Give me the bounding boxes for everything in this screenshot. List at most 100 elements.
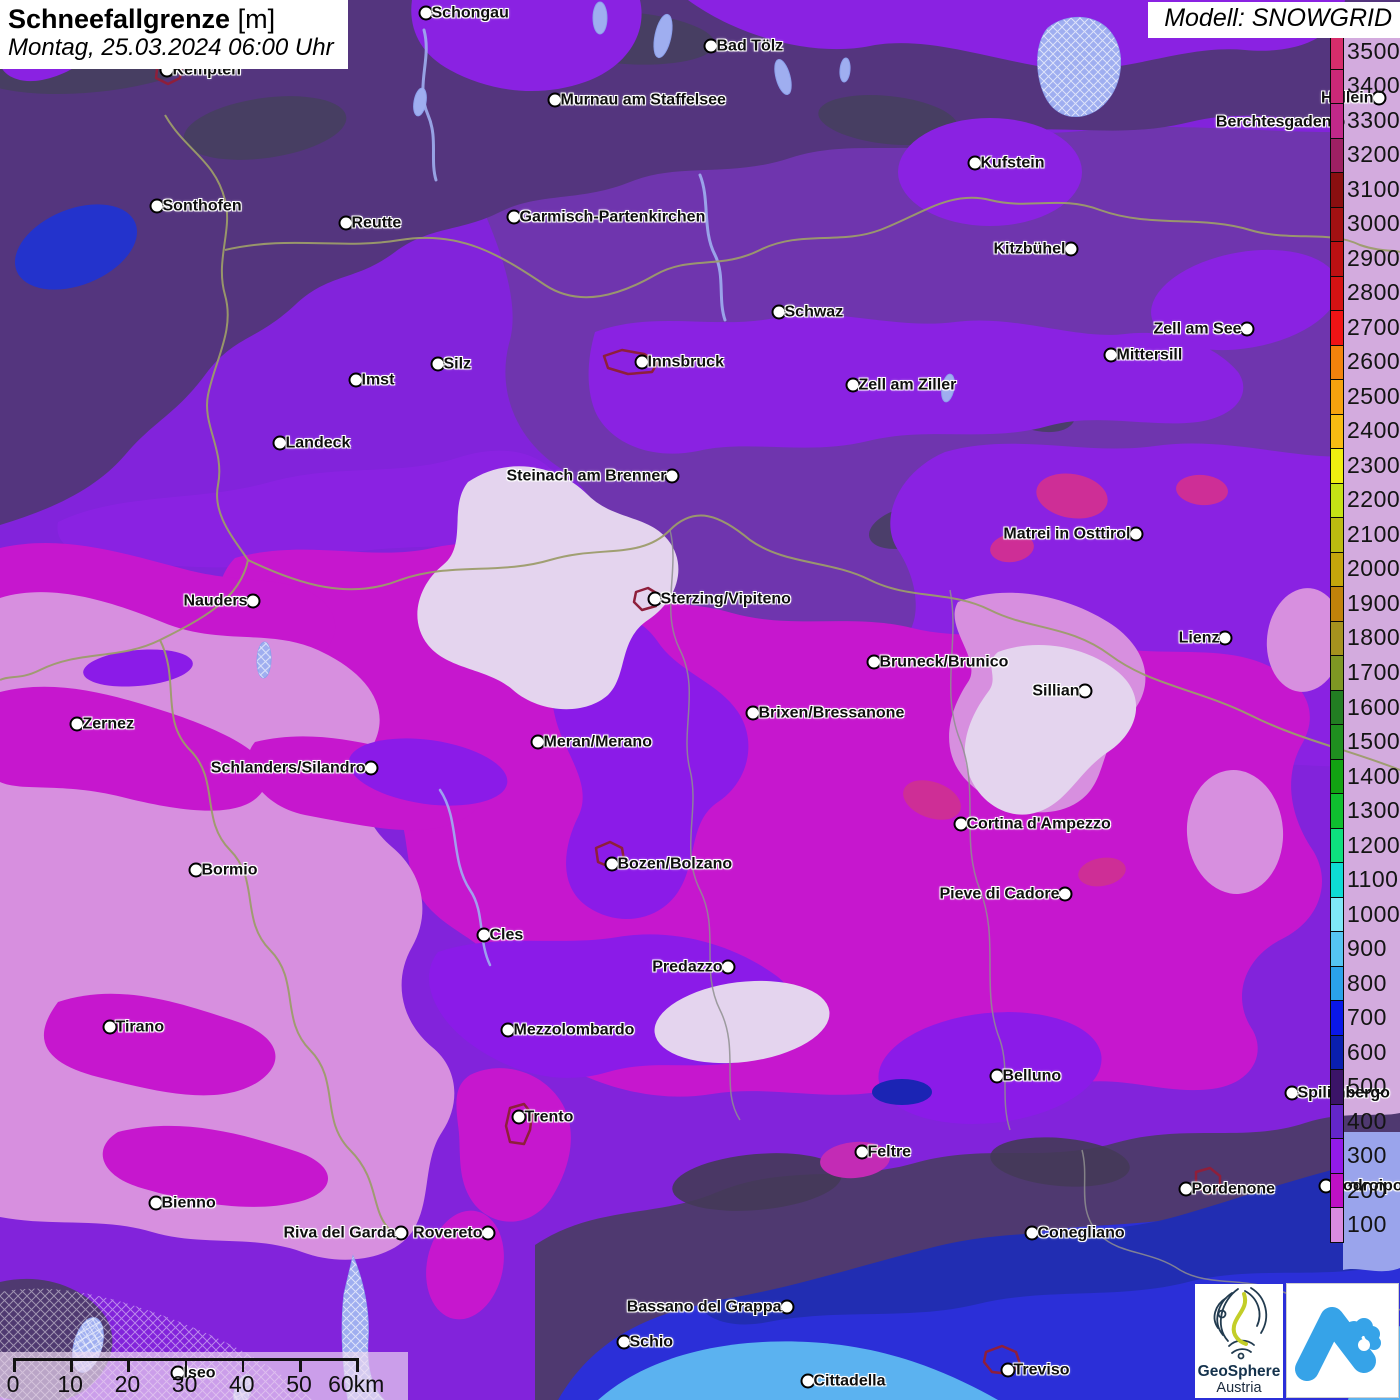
scale-tick xyxy=(185,1358,188,1372)
city-label: Imst xyxy=(362,371,395,389)
city-marker: Schio xyxy=(617,1335,632,1350)
city-label: Bassano del Grappa xyxy=(627,1298,782,1316)
legend-label: 1700 xyxy=(1347,655,1400,690)
scale-label: 40 xyxy=(229,1371,255,1398)
legend-swatch xyxy=(1330,621,1344,657)
city-marker: Rovereto xyxy=(481,1226,496,1241)
city-dot-icon xyxy=(1129,527,1144,542)
city-dot-icon xyxy=(1078,684,1093,699)
legend-label: 800 xyxy=(1347,966,1387,1001)
legend-label: 3400 xyxy=(1347,69,1400,104)
legend-label: 2100 xyxy=(1347,517,1400,552)
legend-swatch xyxy=(1330,1035,1344,1071)
city-marker: Reutte xyxy=(339,216,354,231)
legend-swatch xyxy=(1330,517,1344,553)
legend-label: 1400 xyxy=(1347,759,1400,794)
scale-tick xyxy=(127,1358,130,1372)
legend-label: 1500 xyxy=(1347,724,1400,759)
legend-swatch xyxy=(1330,1207,1344,1243)
city-marker: Pordenone xyxy=(1179,1182,1194,1197)
city-marker: Schwaz xyxy=(772,305,787,320)
legend-swatch xyxy=(1330,448,1344,484)
city-dot-icon xyxy=(246,594,261,609)
city-marker: Bassano del Grappa xyxy=(780,1300,795,1315)
legend-swatch xyxy=(1330,828,1344,864)
city-label: Rovereto xyxy=(413,1224,482,1242)
city-label: Pordenone xyxy=(1192,1180,1276,1198)
geosphere-logo-icon xyxy=(1195,1284,1283,1360)
legend-label: 3500 xyxy=(1347,34,1400,69)
city-marker: Cles xyxy=(477,928,492,943)
legend-swatch xyxy=(1330,172,1344,208)
legend-swatch xyxy=(1330,138,1344,174)
city-dot-icon xyxy=(1064,242,1079,257)
mountain-logo xyxy=(1286,1283,1399,1398)
city-label: Meran/Merano xyxy=(544,733,652,751)
city-label: Conegliano xyxy=(1038,1224,1125,1242)
scale-label: 10 xyxy=(57,1371,83,1398)
city-label: Schio xyxy=(630,1333,674,1351)
city-label: Matrei in Osttirol xyxy=(1003,525,1130,543)
scale-label: 0 xyxy=(7,1371,20,1398)
city-label: Zell am See xyxy=(1153,320,1241,338)
city-marker: Sonthofen xyxy=(150,199,165,214)
city-marker: Belluno xyxy=(990,1069,1005,1084)
city-label: Sonthofen xyxy=(163,197,242,215)
legend-label: 2700 xyxy=(1347,310,1400,345)
city-marker: Zell am See xyxy=(1240,322,1255,337)
legend-label: 2600 xyxy=(1347,345,1400,380)
city-label: Bruneck/Brunico xyxy=(880,653,1009,671)
city-dot-icon xyxy=(721,960,736,975)
city-marker: Innsbruck xyxy=(635,355,650,370)
legend-swatch xyxy=(1330,724,1344,760)
city-label: Schongau xyxy=(432,4,509,22)
city-marker: Bormio xyxy=(189,863,204,878)
legend-label: 1900 xyxy=(1347,586,1400,621)
legend-label: 1100 xyxy=(1347,862,1398,897)
city-label: Treviso xyxy=(1014,1361,1070,1379)
scale-label: 30 xyxy=(172,1371,198,1398)
legend-label: 100 xyxy=(1347,1207,1387,1242)
city-label: Landeck xyxy=(286,434,351,452)
legend-swatch xyxy=(1330,103,1344,139)
city-dot-icon xyxy=(394,1226,409,1241)
legend-label: 2200 xyxy=(1347,483,1400,518)
city-label: Schwaz xyxy=(785,303,844,321)
city-label: Brixen/Bressanone xyxy=(759,704,905,722)
legend-swatch xyxy=(1330,379,1344,415)
city-marker: Garmisch-Partenkirchen xyxy=(507,210,522,225)
city-marker: Spilimbergo xyxy=(1285,1086,1300,1101)
legend-swatch xyxy=(1330,759,1344,795)
city-marker: Feltre xyxy=(855,1145,870,1160)
legend-label: 1300 xyxy=(1347,793,1400,828)
city-marker: Brixen/Bressanone xyxy=(746,706,761,721)
legend-label: 3000 xyxy=(1347,207,1400,242)
city-marker: Bozen/Bolzano xyxy=(605,857,620,872)
city-label: Bormio xyxy=(202,861,258,879)
city-marker: Bienno xyxy=(149,1196,164,1211)
city-label: Berchtesgaden xyxy=(1216,113,1332,131)
city-marker: Schlanders/Silandro xyxy=(364,761,379,776)
city-marker: Lienz xyxy=(1218,631,1233,646)
city-marker: Zernez xyxy=(70,717,85,732)
city-label: Predazzo xyxy=(652,958,722,976)
city-marker: Murnau am Staffelsee xyxy=(548,93,563,108)
title-box: Schneefallgrenze [m] Montag, 25.03.2024 … xyxy=(0,0,348,69)
city-label: Cortina d'Ampezzo xyxy=(967,815,1111,833)
legend-swatch xyxy=(1330,690,1344,726)
map-title: Schneefallgrenze xyxy=(8,4,230,34)
legend-label: 500 xyxy=(1347,1069,1387,1104)
scale-label: 60km xyxy=(328,1371,384,1398)
legend-label: 1000 xyxy=(1347,897,1400,932)
city-label: Zernez xyxy=(83,715,135,733)
city-label: Murnau am Staffelsee xyxy=(561,91,726,109)
city-label: Lienz xyxy=(1179,629,1220,647)
city-dot-icon xyxy=(1240,322,1255,337)
city-marker: Matrei in Osttirol xyxy=(1129,527,1144,542)
city-marker: Meran/Merano xyxy=(531,735,546,750)
legend-swatch xyxy=(1330,1069,1344,1105)
city-marker: Steinach am Brenner xyxy=(665,469,680,484)
city-label: Mezzolombardo xyxy=(514,1021,635,1039)
legend-label: 1200 xyxy=(1347,828,1400,863)
legend-label: 700 xyxy=(1347,1000,1387,1035)
